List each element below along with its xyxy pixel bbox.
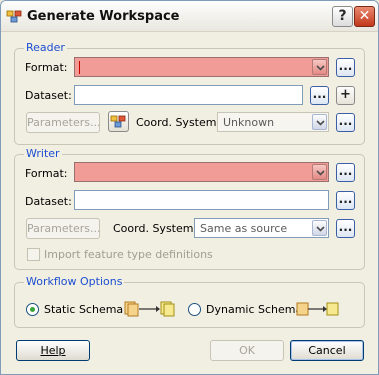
add-dataset-button[interactable]: + xyxy=(336,86,355,105)
reader-dataset-input[interactable] xyxy=(74,85,303,105)
cancel-button[interactable]: Cancel xyxy=(290,340,364,361)
reader-coord-system-label: Coord. System: xyxy=(136,116,221,129)
writer-dataset-label: Dataset: xyxy=(25,195,72,208)
chevron-down-icon[interactable] xyxy=(312,114,327,130)
help-button[interactable]: Help xyxy=(16,340,90,361)
chevron-down-icon[interactable] xyxy=(312,164,327,180)
title-bar: Generate Workspace ? ✕ xyxy=(1,1,378,32)
title-help-button[interactable]: ? xyxy=(332,6,353,27)
writer-format-browse-button[interactable]: ... xyxy=(336,163,355,182)
reader-format-select[interactable] xyxy=(74,57,329,77)
static-schema-label: Static Schema xyxy=(44,303,124,316)
reader-dataset-label: Dataset: xyxy=(25,89,72,102)
writer-coord-system-select[interactable]: Same as source xyxy=(194,218,329,238)
static-schema-icon xyxy=(124,301,175,317)
chevron-down-icon[interactable] xyxy=(312,59,327,75)
reader-coord-system-select[interactable]: Unknown xyxy=(217,112,329,132)
coordinate-system-icon xyxy=(110,115,126,128)
workflow-section-title: Workflow Options xyxy=(24,275,125,288)
radio-selected-dot xyxy=(30,307,35,312)
reader-dataset-browse-button[interactable]: ... xyxy=(310,86,329,105)
close-button[interactable]: ✕ xyxy=(354,6,375,27)
writer-dataset-browse-button[interactable]: ... xyxy=(336,191,355,210)
text-caret xyxy=(79,61,80,74)
chevron-down-icon[interactable] xyxy=(312,220,327,236)
reader-format-label: Format: xyxy=(25,61,68,74)
writer-coord-system-value: Same as source xyxy=(200,222,288,235)
writer-coord-browse-button[interactable]: ... xyxy=(336,219,355,238)
writer-format-label: Format: xyxy=(25,167,68,180)
dynamic-schema-radio[interactable] xyxy=(188,303,201,316)
reader-coord-system-value: Unknown xyxy=(223,116,275,129)
ok-button[interactable]: OK xyxy=(210,340,284,361)
reader-coord-system-icon-button[interactable] xyxy=(108,111,129,132)
reader-parameters-button[interactable]: Parameters... xyxy=(26,112,100,133)
dynamic-schema-label: Dynamic Schema xyxy=(206,303,303,316)
writer-coord-system-label: Coord. System: xyxy=(113,222,198,235)
help-button-label: Help xyxy=(40,344,66,357)
writer-dataset-input[interactable] xyxy=(74,190,329,210)
app-icon xyxy=(6,10,22,23)
reader-coord-browse-button[interactable]: ... xyxy=(336,113,355,132)
writer-format-select[interactable] xyxy=(74,162,329,182)
generate-workspace-dialog: Generate Workspace ? ✕ Reader Format: ..… xyxy=(0,0,379,375)
reader-format-browse-button[interactable]: ... xyxy=(336,58,355,77)
import-feature-types-label: Import feature type definitions xyxy=(44,248,213,261)
reader-section-title: Reader xyxy=(24,41,67,54)
writer-parameters-button[interactable]: Parameters... xyxy=(26,218,100,239)
dynamic-schema-icon xyxy=(296,302,339,316)
window-title: Generate Workspace xyxy=(27,9,180,24)
static-schema-radio[interactable] xyxy=(26,303,39,316)
writer-section-title: Writer xyxy=(24,147,62,160)
import-feature-types-checkbox[interactable] xyxy=(27,248,40,261)
